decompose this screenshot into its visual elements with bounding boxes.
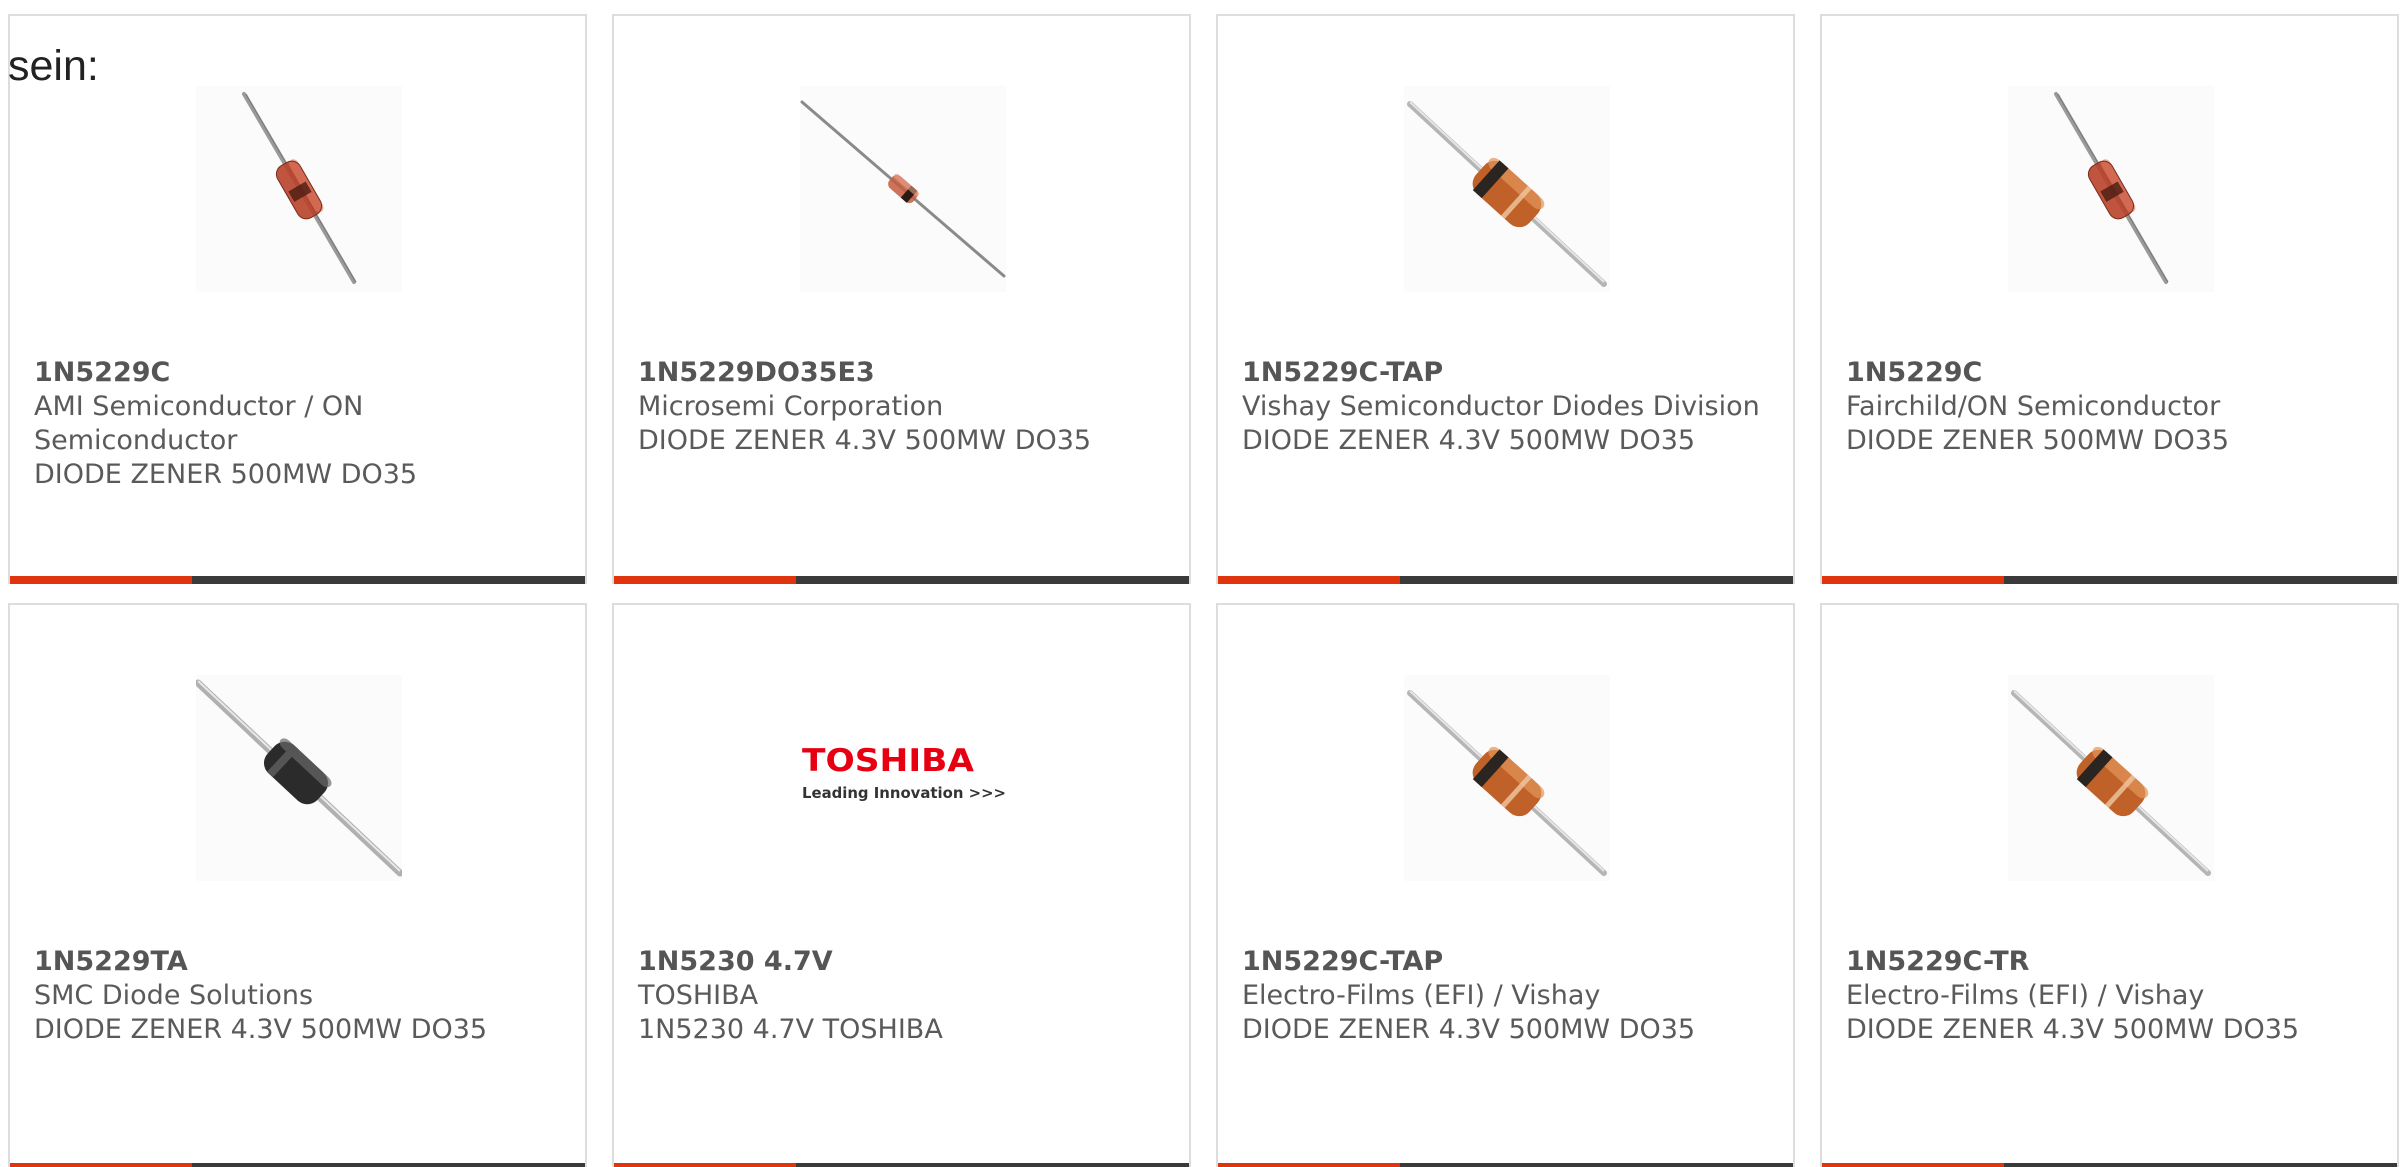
product-info: 1N5229C-TR Electro-Films (EFI) / Vishay … bbox=[1846, 945, 2376, 1047]
product-info: 1N5229DO35E3 Microsemi Corporation DIODE… bbox=[638, 356, 1168, 458]
manufacturer: Microsemi Corporation bbox=[638, 391, 944, 422]
product-info: 1N5229C AMI Semiconductor / ON Semicondu… bbox=[34, 356, 564, 492]
description: DIODE ZENER 500MW DO35 bbox=[1846, 425, 2230, 456]
card-accent-bar bbox=[614, 576, 796, 584]
toshiba-logo-tagline: Leading Innovation >>> bbox=[802, 784, 1006, 802]
card-bottom-bar bbox=[614, 576, 1189, 584]
part-number[interactable]: 1N5229TA bbox=[34, 945, 564, 979]
product-grid: 1N5229C AMI Semiconductor / ON Semicondu… bbox=[0, 0, 2400, 1167]
product-image[interactable]: TOSHIBA Leading Innovation >>> bbox=[800, 675, 1006, 881]
product-card[interactable]: 1N5229DO35E3 Microsemi Corporation DIODE… bbox=[612, 14, 1191, 584]
card-bottom-bar bbox=[614, 1163, 1189, 1167]
part-number[interactable]: 1N5229C-TAP bbox=[1242, 945, 1772, 979]
part-number[interactable]: 1N5230 4.7V bbox=[638, 945, 1168, 979]
black-diode-image bbox=[196, 675, 402, 881]
part-number[interactable]: 1N5229C-TR bbox=[1846, 945, 2376, 979]
product-image[interactable] bbox=[2008, 86, 2214, 292]
manufacturer: Electro-Films (EFI) / Vishay bbox=[1242, 980, 1601, 1011]
manufacturer: TOSHIBA bbox=[638, 980, 759, 1011]
card-bottom-bar bbox=[1822, 576, 2397, 584]
product-image[interactable] bbox=[196, 675, 402, 881]
part-number[interactable]: 1N5229DO35E3 bbox=[638, 356, 1168, 390]
toshiba-logo-name: TOSHIBA bbox=[802, 743, 974, 779]
description: DIODE ZENER 4.3V 500MW DO35 bbox=[34, 1014, 488, 1045]
description: DIODE ZENER 4.3V 500MW DO35 bbox=[1242, 425, 1696, 456]
part-number[interactable]: 1N5229C bbox=[1846, 356, 2376, 390]
card-bottom-bar bbox=[1822, 1163, 2397, 1167]
card-accent-bar bbox=[1822, 576, 2004, 584]
product-info: 1N5229C-TAP Vishay Semiconductor Diodes … bbox=[1242, 356, 1772, 458]
product-card[interactable]: 1N5229C-TAP Vishay Semiconductor Diodes … bbox=[1216, 14, 1795, 584]
product-image[interactable] bbox=[2008, 675, 2214, 881]
card-bottom-bar bbox=[10, 576, 585, 584]
description: DIODE ZENER 4.3V 500MW DO35 bbox=[638, 425, 1092, 456]
part-number[interactable]: 1N5229C bbox=[34, 356, 564, 390]
orange-diode-image bbox=[1404, 86, 1610, 292]
glass-diode-image bbox=[2008, 86, 2214, 292]
product-info: 1N5230 4.7V TOSHIBA 1N5230 4.7V TOSHIBA bbox=[638, 945, 1168, 1047]
manufacturer: Vishay Semiconductor Diodes Division bbox=[1242, 391, 1760, 422]
card-accent-bar bbox=[10, 1163, 192, 1167]
description: DIODE ZENER 4.3V 500MW DO35 bbox=[1846, 1014, 2300, 1045]
card-accent-bar bbox=[10, 576, 192, 584]
description: 1N5230 4.7V TOSHIBA bbox=[638, 1014, 943, 1045]
manufacturer: SMC Diode Solutions bbox=[34, 980, 314, 1011]
product-card[interactable]: 1N5229C-TAP Electro-Films (EFI) / Vishay… bbox=[1216, 603, 1795, 1167]
toshiba-logo: TOSHIBA Leading Innovation >>> bbox=[800, 675, 1006, 881]
orange-diode-image bbox=[2008, 675, 2214, 881]
product-image[interactable] bbox=[800, 86, 1006, 292]
manufacturer: Fairchild/ON Semiconductor bbox=[1846, 391, 2221, 422]
product-info: 1N5229C-TAP Electro-Films (EFI) / Vishay… bbox=[1242, 945, 1772, 1047]
product-card[interactable]: 1N5229C Fairchild/ON Semiconductor DIODE… bbox=[1820, 14, 2399, 584]
card-bottom-bar bbox=[1218, 1163, 1793, 1167]
part-number[interactable]: 1N5229C-TAP bbox=[1242, 356, 1772, 390]
product-image[interactable] bbox=[1404, 86, 1610, 292]
manufacturer: AMI Semiconductor / ON Semiconductor bbox=[34, 391, 364, 456]
product-image[interactable] bbox=[1404, 675, 1610, 881]
product-card[interactable]: 1N5229TA SMC Diode Solutions DIODE ZENER… bbox=[8, 603, 587, 1167]
product-info: 1N5229TA SMC Diode Solutions DIODE ZENER… bbox=[34, 945, 564, 1047]
card-accent-bar bbox=[1822, 1163, 2004, 1167]
card-bottom-bar bbox=[10, 1163, 585, 1167]
description: DIODE ZENER 4.3V 500MW DO35 bbox=[1242, 1014, 1696, 1045]
product-image[interactable] bbox=[196, 86, 402, 292]
glass-diode-image bbox=[196, 86, 402, 292]
card-bottom-bar bbox=[1218, 576, 1793, 584]
card-accent-bar bbox=[1218, 576, 1400, 584]
card-accent-bar bbox=[1218, 1163, 1400, 1167]
product-card[interactable]: 1N5229C-TR Electro-Films (EFI) / Vishay … bbox=[1820, 603, 2399, 1167]
product-card[interactable]: 1N5229C AMI Semiconductor / ON Semicondu… bbox=[8, 14, 587, 584]
card-accent-bar bbox=[614, 1163, 796, 1167]
manufacturer: Electro-Films (EFI) / Vishay bbox=[1846, 980, 2205, 1011]
description: DIODE ZENER 500MW DO35 bbox=[34, 459, 418, 490]
product-info: 1N5229C Fairchild/ON Semiconductor DIODE… bbox=[1846, 356, 2376, 458]
product-card[interactable]: TOSHIBA Leading Innovation >>> 1N5230 4.… bbox=[612, 603, 1191, 1167]
intro-text: sein: bbox=[8, 42, 99, 90]
orange-diode-image bbox=[1404, 675, 1610, 881]
glass-diode-image bbox=[800, 86, 1006, 292]
